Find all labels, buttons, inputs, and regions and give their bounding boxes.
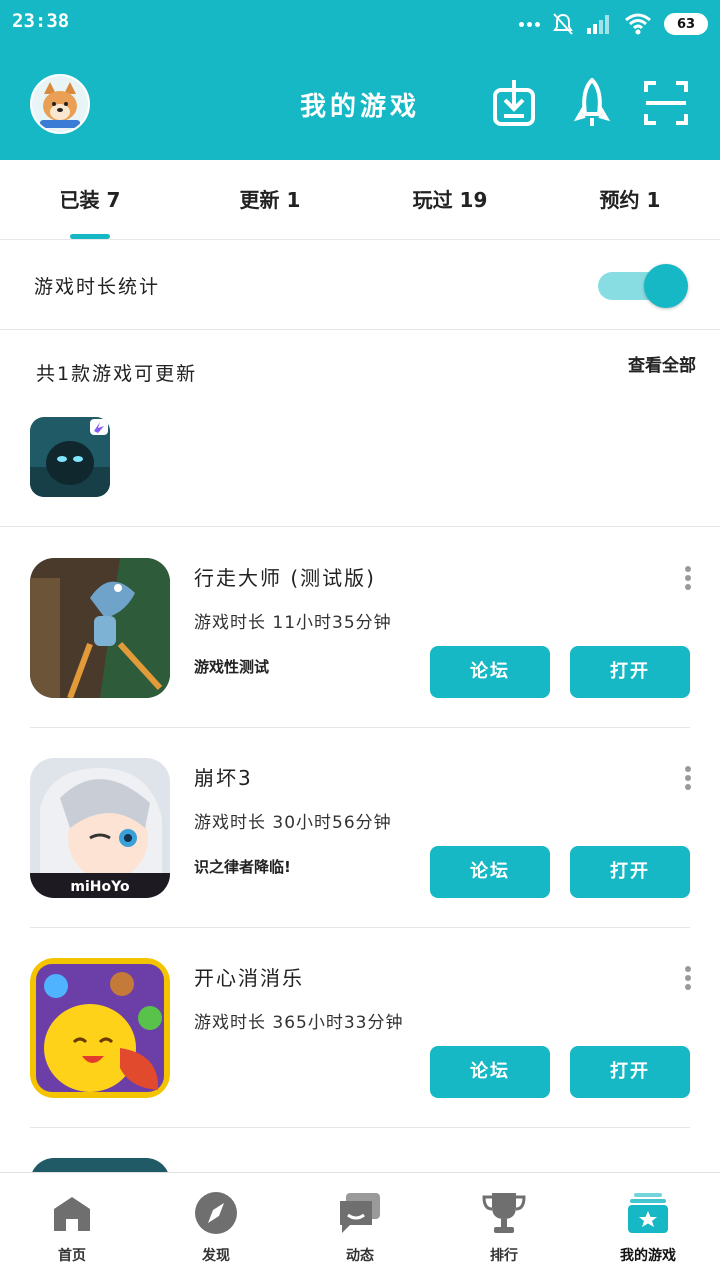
anime-girl-game-icon: miHoYo: [30, 758, 170, 898]
game-list-item: 行走大师 (测试版) 游戏时长 11小时35分钟 游戏性测试 论坛 打开: [0, 528, 720, 728]
nav-label: 动态: [346, 1248, 374, 1264]
tab-label: 预约 1: [599, 188, 661, 212]
tab-label: 更新 1: [239, 188, 301, 212]
game-playtime: 游戏时长 365小时33分钟: [194, 1013, 404, 1033]
view-all-link[interactable]: 查看全部: [628, 351, 696, 376]
update-game-icon[interactable]: [30, 417, 110, 497]
shark-walker-game-icon: [30, 558, 170, 698]
nav-label: 我的游戏: [620, 1248, 676, 1264]
tab-installed[interactable]: 已装 7: [0, 160, 180, 239]
game-icon[interactable]: [30, 1158, 170, 1172]
nav-feed[interactable]: 动态: [288, 1173, 432, 1280]
status-time: 23:38: [12, 10, 70, 32]
tab-label: 玩过 19: [412, 188, 488, 212]
open-button[interactable]: 打开: [570, 1046, 690, 1098]
more-options-icon[interactable]: [684, 566, 692, 590]
game-tag: 识之律者降临!: [194, 858, 291, 876]
game-list-item-partial: [0, 1128, 720, 1172]
game-playtime: 游戏时长 30小时56分钟: [194, 813, 392, 833]
tab-updates[interactable]: 更新 1: [180, 160, 360, 239]
game-name: 开心消消乐: [194, 966, 304, 990]
nav-label: 首页: [58, 1248, 86, 1264]
nav-label: 发现: [202, 1248, 230, 1264]
game-tabs: 已装 7 更新 1 玩过 19 预约 1: [0, 160, 720, 240]
dark-creature-game-icon: [30, 417, 110, 497]
game-tag: 游戏性测试: [194, 658, 270, 676]
open-button[interactable]: 打开: [570, 846, 690, 898]
nav-home[interactable]: 首页: [0, 1173, 144, 1280]
svg-text:miHoYo: miHoYo: [70, 879, 130, 895]
trophy-icon: [482, 1193, 526, 1233]
tab-active-indicator: [70, 234, 110, 239]
tab-played[interactable]: 玩过 19: [360, 160, 540, 239]
forum-button[interactable]: 论坛: [430, 846, 550, 898]
my-games-icon: [628, 1193, 668, 1233]
bell-muted-icon: [553, 13, 573, 35]
compass-icon: [195, 1192, 237, 1234]
game-icon[interactable]: [30, 958, 170, 1098]
app-header: 我的游戏: [0, 48, 720, 160]
signal-icon: [587, 15, 609, 34]
dark-creature-game-icon: [30, 1158, 170, 1172]
status-bar: 23:38 63: [0, 0, 720, 48]
open-button[interactable]: 打开: [570, 646, 690, 698]
home-icon: [54, 1197, 90, 1231]
speed-boost-button[interactable]: [570, 77, 614, 128]
download-manager-button[interactable]: [492, 78, 536, 128]
happy-chick-game-icon: [30, 958, 170, 1098]
battery-indicator: 63: [664, 13, 708, 35]
game-list-item: miHoYo 崩坏3 游戏时长 30小时56分钟 识之律者降临! 论坛 打开: [0, 728, 720, 928]
game-name: 崩坏3: [194, 766, 253, 790]
status-icons: 63: [519, 12, 708, 36]
game-playtime: 游戏时长 11小时35分钟: [194, 613, 392, 633]
game-name: 行走大师 (测试版): [194, 566, 376, 590]
more-notifications-icon: [519, 21, 540, 27]
download-icon: [493, 80, 535, 126]
game-list-item: 开心消消乐 游戏时长 365小时33分钟 论坛 打开: [0, 928, 720, 1128]
forum-button[interactable]: 论坛: [430, 646, 550, 698]
nav-my-games[interactable]: 我的游戏: [576, 1173, 720, 1280]
bottom-navigation: 首页 发现 动态 排行 我的游戏: [0, 1172, 720, 1280]
game-icon[interactable]: miHoYo: [30, 758, 170, 898]
scan-icon: [644, 81, 688, 125]
rocket-icon: [573, 77, 611, 126]
nav-discover[interactable]: 发现: [144, 1173, 288, 1280]
tab-label: 已装 7: [59, 188, 121, 212]
chat-icon: [340, 1193, 380, 1233]
game-icon[interactable]: [30, 558, 170, 698]
more-options-icon[interactable]: [684, 766, 692, 790]
playtime-stats-label: 游戏时长统计: [34, 276, 161, 298]
forum-button[interactable]: 论坛: [430, 1046, 550, 1098]
nav-label: 排行: [490, 1248, 518, 1264]
toggle-knob[interactable]: [644, 264, 688, 308]
tab-reserved[interactable]: 预约 1: [540, 160, 720, 239]
updates-summary: 共1款游戏可更新: [36, 363, 198, 385]
updates-section: 共1款游戏可更新 查看全部: [0, 331, 720, 527]
wifi-icon: [625, 13, 651, 35]
scan-button[interactable]: [644, 78, 688, 128]
more-options-icon[interactable]: [684, 966, 692, 990]
nav-ranking[interactable]: 排行: [432, 1173, 576, 1280]
